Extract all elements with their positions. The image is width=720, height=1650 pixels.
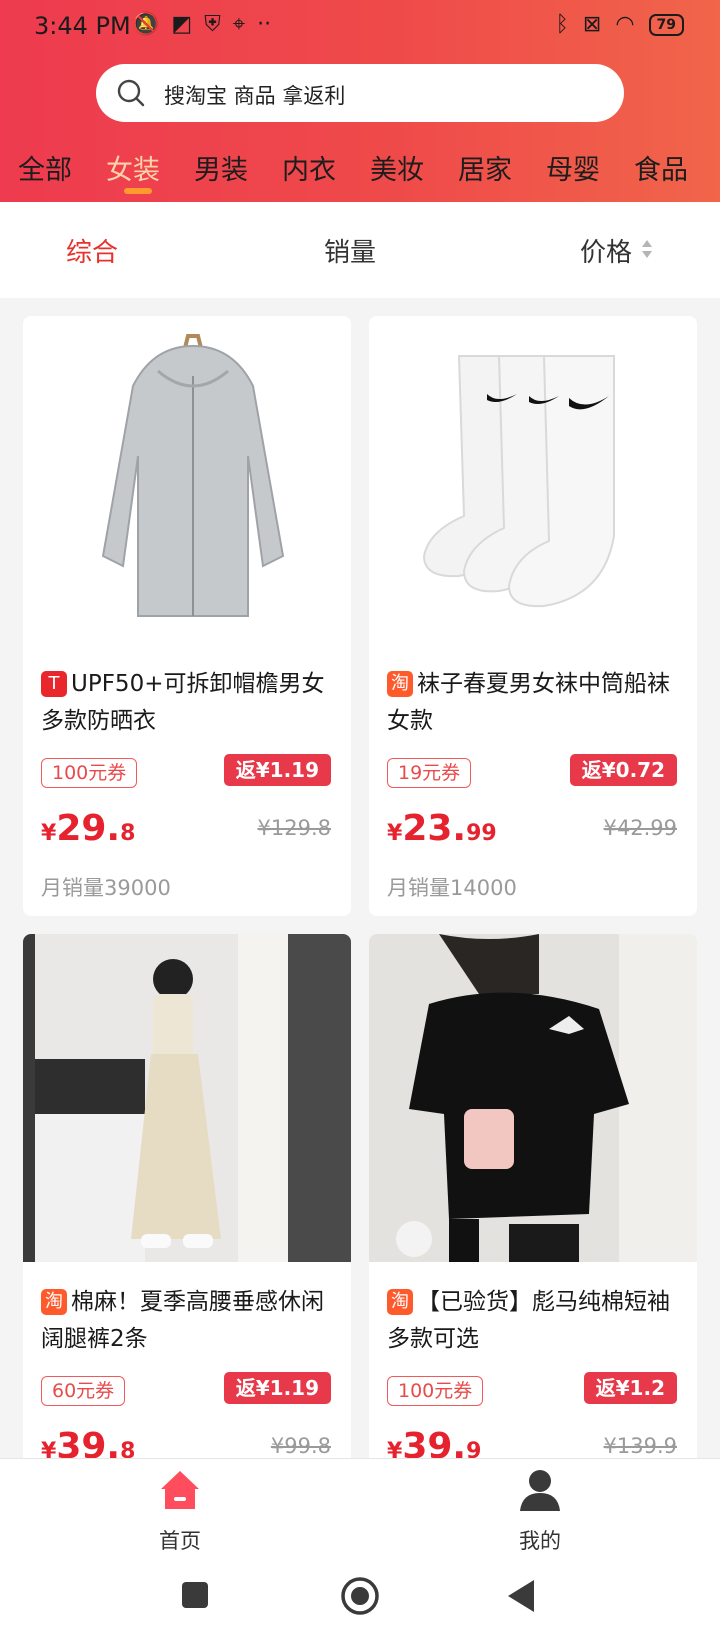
product-card[interactable]: 淘袜子春夏男女袜中筒船袜女款 19元券 返¥0.72 ¥23.99 ¥42.99… <box>369 316 697 916</box>
sort-comprehensive[interactable]: 综合 <box>66 232 118 269</box>
mute-icon: 🔕 <box>132 12 160 37</box>
nav-mine-label: 我的 <box>519 1529 561 1553</box>
coupon-tag: 60元券 <box>41 1376 126 1406</box>
back-icon[interactable] <box>506 1578 536 1614</box>
tab-womens[interactable]: 女装 <box>106 148 160 187</box>
price: ¥29.8 <box>41 808 136 849</box>
category-tabs: 全部 女装 男装 内衣 美妆 居家 母婴 食品 <box>0 140 720 202</box>
battery-icon: 79 <box>648 13 684 36</box>
tmall-badge: T <box>41 671 67 697</box>
wifi-icon: ◠ <box>615 12 635 37</box>
active-tab-indicator <box>124 188 152 194</box>
tab-baby[interactable]: 母婴 <box>546 148 600 187</box>
product-image-tshirt <box>369 934 697 1262</box>
product-image-wide-pants <box>23 934 351 1262</box>
bluetooth-icon: ᛒ <box>555 12 569 37</box>
status-time: 3:44 PM <box>34 12 131 40</box>
nav-home[interactable]: 首页 <box>120 1467 240 1555</box>
price: ¥23.99 <box>387 808 497 849</box>
search-bar[interactable]: 搜淘宝 商品 拿返利 <box>96 64 624 122</box>
rebate-tag: 返¥1.19 <box>223 754 331 786</box>
rebate-tag: 返¥0.72 <box>569 754 677 786</box>
taobao-badge: 淘 <box>387 1289 413 1315</box>
nav-home-label: 首页 <box>159 1529 201 1553</box>
rebate-tag: 返¥1.2 <box>583 1372 677 1404</box>
header: 3:44 PM 🔕 ◩ ⛨ ⌖ ·· ᛒ ⊠ ◠ 79 搜淘宝 商品 拿返利 全… <box>0 0 720 202</box>
user-icon <box>520 1470 560 1511</box>
taobao-badge: 淘 <box>41 1289 67 1315</box>
product-image-jacket <box>23 316 351 644</box>
search-icon <box>117 79 145 107</box>
tab-food[interactable]: 食品 <box>634 148 688 187</box>
nav-mine[interactable]: 我的 <box>480 1467 600 1555</box>
product-card[interactable]: 淘棉麻！夏季高腰垂感休闲阔腿裤2条 60元券 返¥1.19 ¥39.8 ¥99.… <box>23 934 351 1474</box>
more-dots-icon: ·· <box>257 12 272 37</box>
sort-arrows-icon <box>642 240 652 258</box>
product-card[interactable]: 淘【已验货】彪马纯棉短袖多款可选 100元券 返¥1.2 ¥39.9 ¥139.… <box>369 934 697 1474</box>
product-title: 棉麻！夏季高腰垂感休闲阔腿裤2条 <box>41 1289 324 1352</box>
rebate-tag: 返¥1.19 <box>223 1372 331 1404</box>
product-title: 【已验货】彪马纯棉短袖多款可选 <box>387 1289 670 1352</box>
tab-mens[interactable]: 男装 <box>194 148 248 187</box>
monthly-sales: 月销量39000 <box>41 876 171 900</box>
product-image-socks <box>369 316 697 644</box>
tab-all[interactable]: 全部 <box>18 148 72 187</box>
coupon-tag: 19元券 <box>387 758 472 788</box>
location-icon: ⌖ <box>232 12 246 37</box>
tab-home[interactable]: 居家 <box>458 148 512 187</box>
original-price: ¥99.8 <box>270 1434 331 1458</box>
shield-icon: ⛨ <box>204 12 221 37</box>
tab-underwear[interactable]: 内衣 <box>282 148 336 187</box>
bottom-nav: 首页 我的 <box>0 1458 720 1558</box>
app-notification-icon: ◩ <box>171 12 193 37</box>
system-nav-bar <box>0 1558 720 1650</box>
no-sim-icon: ⊠ <box>582 12 602 37</box>
sort-price[interactable]: 价格 <box>580 232 632 269</box>
product-title: 袜子春夏男女袜中筒船袜女款 <box>387 671 670 734</box>
search-placeholder: 搜淘宝 商品 拿返利 <box>164 84 346 108</box>
original-price: ¥42.99 <box>603 816 677 840</box>
product-card[interactable]: T UPF50+可拆卸帽檐男女多款防晒衣 100元券 返¥1.19 ¥29.8 ¥… <box>23 316 351 916</box>
coupon-tag: 100元券 <box>387 1376 484 1406</box>
product-title: UPF50+可拆卸帽檐男女多款防晒衣 <box>41 671 325 734</box>
monthly-sales: 月销量14000 <box>387 876 517 900</box>
status-bar: 3:44 PM 🔕 ◩ ⛨ ⌖ ·· ᛒ ⊠ ◠ 79 <box>0 0 720 56</box>
original-price: ¥139.9 <box>603 1434 677 1458</box>
original-price: ¥129.8 <box>257 816 331 840</box>
tab-beauty[interactable]: 美妆 <box>370 148 424 187</box>
sort-bar: 综合 销量 价格 <box>0 202 720 298</box>
home-icon <box>161 1471 199 1509</box>
coupon-tag: 100元券 <box>41 758 138 788</box>
recents-icon[interactable] <box>180 1580 210 1610</box>
sort-sales[interactable]: 销量 <box>324 232 376 269</box>
home-button-icon[interactable] <box>340 1576 380 1616</box>
taobao-badge: 淘 <box>387 671 413 697</box>
